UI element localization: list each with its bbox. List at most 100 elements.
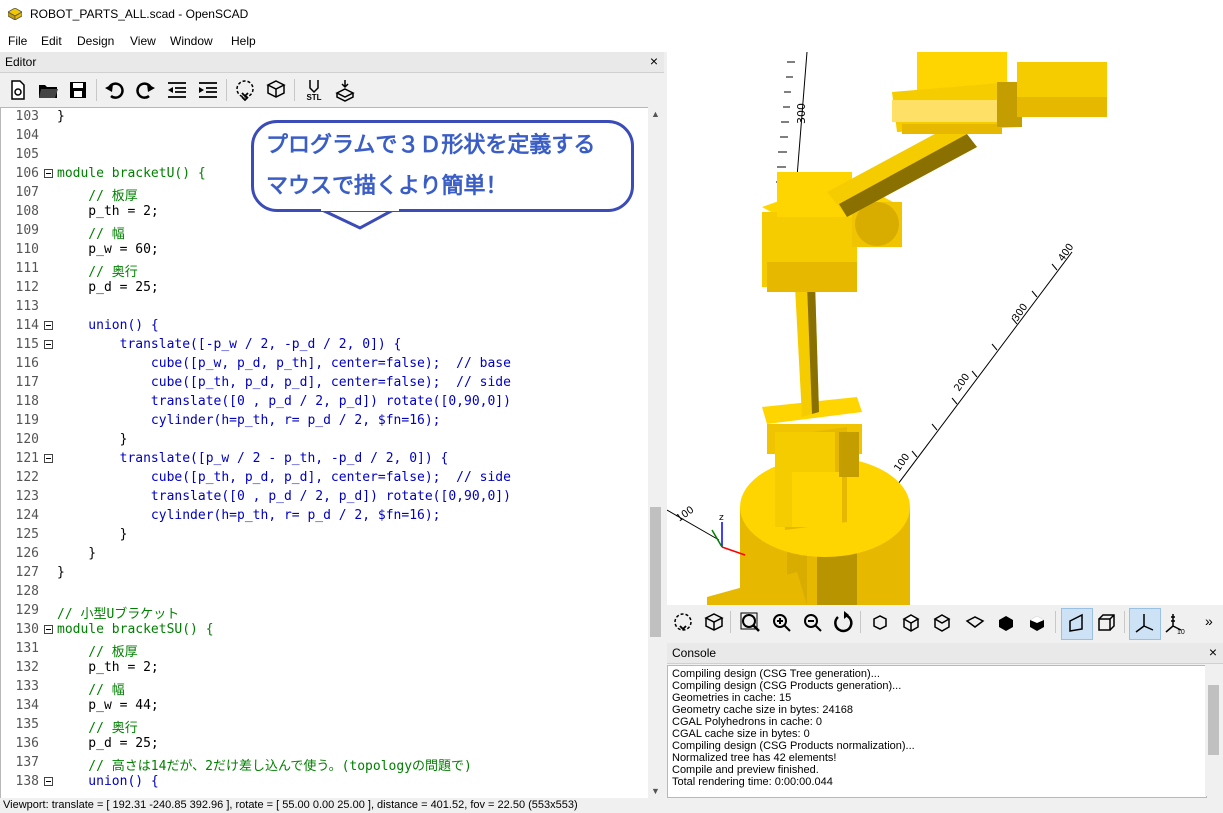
view-all-icon[interactable]	[739, 611, 763, 635]
code-line: 126 }	[1, 545, 649, 564]
view-left-icon[interactable]	[963, 611, 987, 635]
line-number: 109	[15, 223, 39, 238]
line-number: 126	[15, 546, 39, 561]
indent-icon[interactable]	[196, 78, 220, 102]
code-line: 125 }	[1, 526, 649, 545]
undo-icon[interactable]	[103, 78, 127, 102]
code-text: // 板厚	[57, 189, 138, 204]
code-text: cylinder(h=p_th, r= p_d / 2, $fn=16);	[57, 413, 441, 428]
render-icon[interactable]	[702, 611, 726, 635]
status-bar: Viewport: translate = [ 192.31 -240.85 3…	[0, 798, 1223, 813]
console-line: Compiling design (CSG Products generatio…	[672, 680, 902, 692]
console-vertical-scrollbar[interactable]	[1205, 665, 1222, 796]
reset-view-icon[interactable]	[832, 611, 856, 635]
code-line: 124 cylinder(h=p_th, r= p_d / 2, $fn=16)…	[1, 507, 649, 526]
axis-label-400: 400	[1056, 242, 1076, 264]
code-line: 123 translate([0 , p_d / 2, p_d]) rotate…	[1, 488, 649, 507]
fold-toggle-icon[interactable]	[44, 169, 53, 178]
export-stl-icon[interactable]: STL	[302, 78, 326, 102]
code-line: 133 // 幅	[1, 678, 649, 698]
toolbar-separator	[1124, 611, 1125, 633]
code-line: 110 p_w = 60;	[1, 241, 649, 260]
line-number: 119	[15, 413, 39, 428]
window-title: ROBOT_PARTS_ALL.scad - OpenSCAD	[30, 7, 249, 21]
fold-toggle-icon[interactable]	[44, 777, 53, 786]
console-line: Compile and preview finished.	[672, 764, 819, 776]
scroll-down-arrow-icon[interactable]: ▼	[651, 786, 660, 796]
menu-help[interactable]: Help	[231, 34, 256, 48]
code-text: union() {	[57, 774, 159, 789]
line-number: 118	[15, 394, 39, 409]
preview-icon[interactable]	[671, 611, 695, 635]
menu-file[interactable]: File	[8, 34, 27, 48]
line-number: 121	[15, 451, 39, 466]
code-line: 112 p_d = 25;	[1, 279, 649, 298]
toolbar-separator	[860, 611, 861, 633]
menu-bar: File Edit Design View Window Help	[0, 30, 1223, 52]
line-number: 110	[15, 242, 39, 257]
toolbar-overflow-button[interactable]: »	[1205, 613, 1213, 629]
show-axes-icon[interactable]	[1132, 611, 1156, 635]
console-scroll-thumb[interactable]	[1208, 685, 1219, 755]
axis-label-100-left: 100	[674, 504, 696, 524]
unindent-icon[interactable]	[165, 78, 189, 102]
view-bottom-icon[interactable]	[930, 611, 954, 635]
editor-vertical-scrollbar[interactable]: ▲ ▼	[648, 107, 663, 798]
editor-close-button[interactable]: ×	[650, 53, 658, 69]
view-front-icon[interactable]	[994, 611, 1018, 635]
console-line: Compiling design (CSG Products normaliza…	[672, 740, 915, 752]
editor-scroll-thumb[interactable]	[650, 507, 661, 637]
render-icon[interactable]	[264, 78, 288, 102]
preview-icon[interactable]	[233, 78, 257, 102]
show-scale-markers-icon[interactable]: 10	[1163, 611, 1187, 635]
fold-toggle-icon[interactable]	[44, 625, 53, 634]
line-number: 123	[15, 489, 39, 504]
code-line: 137 // 高さは14だが、2だけ差し込んで使う。(topologyの問題で)	[1, 754, 649, 774]
console-line: Geometries in cache: 15	[672, 692, 792, 704]
code-text: translate([p_w / 2 - p_th, -p_d / 2, 0])…	[57, 451, 449, 466]
console-line: Geometry cache size in bytes: 24168	[672, 704, 853, 716]
line-number: 131	[15, 641, 39, 656]
code-text: cube([p_th, p_d, p_d], center=false); //…	[57, 375, 511, 390]
view-right-icon[interactable]	[868, 611, 892, 635]
open-file-icon[interactable]	[36, 78, 60, 102]
title-bar: ROBOT_PARTS_ALL.scad - OpenSCAD	[0, 0, 1223, 30]
fold-toggle-icon[interactable]	[44, 340, 53, 349]
fold-toggle-icon[interactable]	[44, 454, 53, 463]
line-number: 103	[15, 109, 39, 124]
save-file-icon[interactable]	[66, 78, 90, 102]
code-text: }	[57, 565, 65, 580]
line-number: 135	[15, 717, 39, 732]
menu-design[interactable]: Design	[77, 34, 114, 48]
3d-viewport[interactable]: 300 100 200 300 400 100 z	[667, 52, 1223, 605]
line-number: 136	[15, 736, 39, 751]
scroll-up-arrow-icon[interactable]: ▲	[651, 109, 660, 119]
code-line: 128	[1, 583, 649, 602]
console-close-button[interactable]: ×	[1209, 644, 1217, 660]
console-line: Normalized tree has 42 elements!	[672, 752, 837, 764]
menu-view[interactable]: View	[130, 34, 156, 48]
console-line: CGAL cache size in bytes: 0	[672, 728, 810, 740]
code-text: module bracketSU() {	[57, 622, 214, 637]
orthogonal-icon[interactable]	[1094, 611, 1118, 635]
view-top-icon[interactable]	[899, 611, 923, 635]
openscad-app-icon	[8, 8, 22, 20]
menu-window[interactable]: Window	[170, 34, 213, 48]
zoom-in-icon[interactable]	[770, 611, 794, 635]
bubble-line-2: マウスで描くより簡単！	[266, 174, 508, 199]
console-dock-label: Console	[672, 646, 717, 660]
redo-icon[interactable]	[133, 78, 157, 102]
editor-dock-label: Editor	[5, 55, 37, 69]
line-number: 105	[15, 147, 39, 162]
send-to-print-icon[interactable]	[333, 78, 357, 102]
fold-toggle-icon[interactable]	[44, 321, 53, 330]
code-text: // 奥行	[57, 721, 138, 736]
menu-edit[interactable]: Edit	[41, 34, 62, 48]
console-output[interactable]: Compiling design (CSG Tree generation)..…	[667, 665, 1207, 798]
new-file-icon[interactable]	[6, 78, 30, 102]
line-number: 120	[15, 432, 39, 447]
zoom-out-icon[interactable]	[801, 611, 825, 635]
code-text: // 幅	[57, 227, 125, 242]
view-back-icon[interactable]	[1025, 611, 1049, 635]
perspective-icon[interactable]	[1064, 611, 1088, 635]
